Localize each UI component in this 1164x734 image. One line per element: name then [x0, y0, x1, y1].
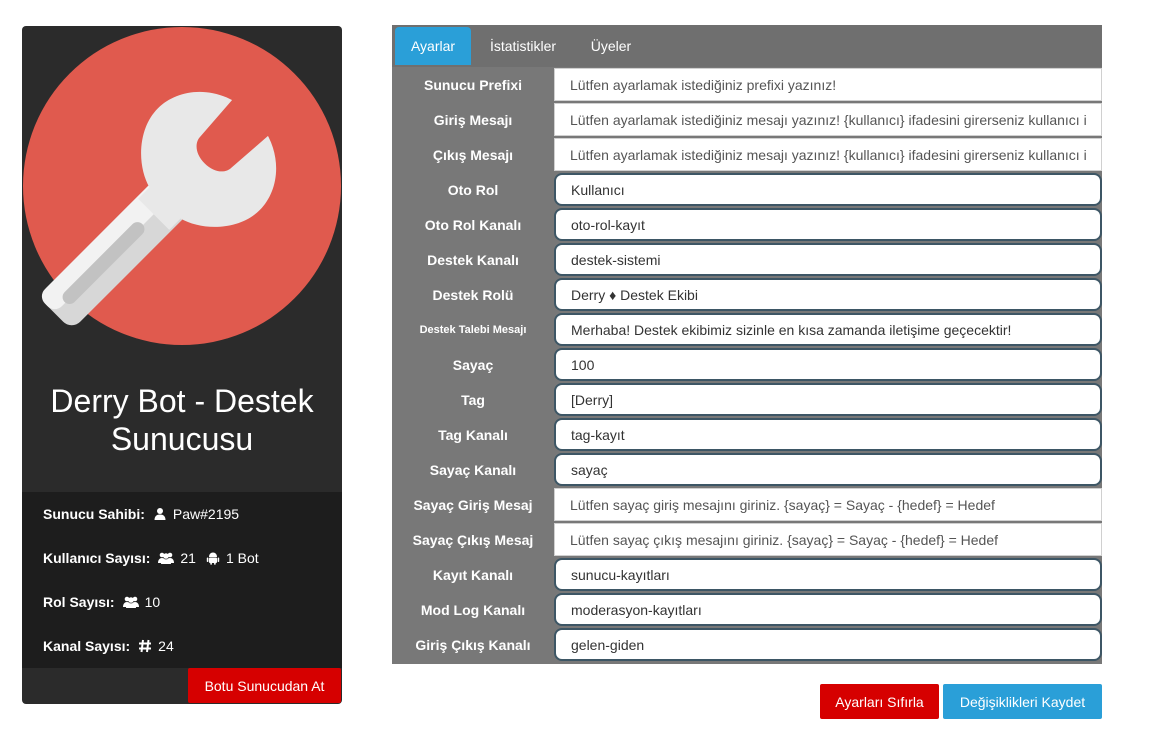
setting-label: Sayaç Çıkış Mesaj — [412, 531, 534, 548]
users-icon — [158, 552, 175, 564]
server-card: Derry Bot - Destek Sunucusu Sunucu Sahib… — [22, 26, 342, 704]
support-channel-input[interactable] — [554, 243, 1102, 276]
kick-bot-button[interactable]: Botu Sunucudan At — [188, 668, 341, 703]
user-icon — [154, 508, 166, 520]
setting-row: Mod Log Kanalı — [392, 592, 1102, 627]
setting-row: Sayaç — [392, 347, 1102, 382]
roles-value: 10 — [144, 594, 161, 610]
tab-members[interactable]: Üyeler — [578, 27, 644, 65]
setting-label: Sunucu Prefixi — [423, 76, 523, 93]
counter-channel-input[interactable] — [554, 453, 1102, 486]
dashboard-page: Derry Bot - Destek Sunucusu Sunucu Sahib… — [0, 0, 1164, 734]
setting-row: Sayaç Giriş Mesaj — [392, 487, 1102, 522]
setting-label: Sayaç Giriş Mesaj — [413, 496, 533, 513]
setting-row: Çıkış Mesajı — [392, 137, 1102, 172]
server-name: Derry Bot - Destek Sunucusu — [50, 383, 314, 457]
setting-row: Giriş Çıkış Kanalı — [392, 627, 1102, 662]
save-changes-button[interactable]: Değişiklikleri Kaydet — [943, 684, 1102, 719]
setting-label: Oto Rol Kanalı — [424, 216, 522, 233]
setting-label: Oto Rol — [447, 181, 499, 198]
counter-input[interactable] — [554, 348, 1102, 381]
setting-row: Sayaç Kanalı — [392, 452, 1102, 487]
setting-label: Kayıt Kanalı — [432, 566, 514, 583]
welcome-message-input[interactable] — [554, 103, 1102, 136]
roles-label: Rol Sayısı: — [43, 594, 115, 610]
counter-leave-message-input[interactable] — [554, 523, 1102, 556]
setting-label: Tag — [461, 391, 485, 408]
setting-row: Giriş Mesajı — [392, 102, 1102, 137]
hashtag-icon — [139, 639, 152, 653]
owner-row: Sunucu Sahibi: Paw#2195 — [43, 504, 249, 524]
setting-label: Giriş Çıkış Kanalı — [415, 636, 531, 653]
reset-settings-button[interactable]: Ayarları Sıfırla — [820, 684, 939, 719]
tab-bar: Ayarlar İstatistikler Üyeler — [392, 25, 1102, 67]
server-stats: Sunucu Sahibi: Paw#2195 Kullanıcı Sayısı… — [22, 492, 342, 668]
setting-row: Destek Kanalı — [392, 242, 1102, 277]
support-role-input[interactable] — [554, 278, 1102, 311]
auto-role-input[interactable] — [554, 173, 1102, 206]
setting-label: Çıkış Mesajı — [432, 146, 514, 163]
setting-row: Tag Kanalı — [392, 417, 1102, 452]
roles-row: Rol Sayısı: 10 — [43, 592, 170, 612]
setting-row: Oto Rol — [392, 172, 1102, 207]
setting-row: Sunucu Prefixi — [392, 67, 1102, 102]
owner-label: Sunucu Sahibi: — [43, 506, 145, 522]
setting-label: Destek Rolü — [432, 286, 514, 303]
setting-label: Destek Kanalı — [427, 251, 519, 268]
mod-log-channel-input[interactable] — [554, 593, 1102, 626]
channels-row: Kanal Sayısı: 24 — [43, 636, 184, 656]
setting-label: Giriş Mesajı — [433, 111, 513, 128]
auto-role-channel-input[interactable] — [554, 208, 1102, 241]
bots-value: 1 Bot — [225, 550, 259, 566]
setting-row: Destek Rolü — [392, 277, 1102, 312]
setting-label: Sayaç — [452, 356, 494, 373]
join-leave-channel-input[interactable] — [554, 628, 1102, 661]
wrench-icon — [23, 27, 341, 345]
setting-row: Oto Rol Kanalı — [392, 207, 1102, 242]
tab-settings[interactable]: Ayarlar — [395, 27, 471, 65]
log-channel-input[interactable] — [554, 558, 1102, 591]
channels-label: Kanal Sayısı: — [43, 638, 131, 654]
support-ticket-message-input[interactable] — [554, 313, 1102, 346]
users-value: 21 — [180, 550, 196, 566]
setting-row: Sayaç Çıkış Mesaj — [392, 522, 1102, 557]
owner-value: Paw#2195 — [172, 506, 240, 522]
setting-row: Destek Talebi Mesajı — [392, 312, 1102, 347]
setting-row: Kayıt Kanalı — [392, 557, 1102, 592]
android-icon — [206, 552, 220, 565]
settings-panel: Ayarlar İstatistikler Üyeler Sunucu Pref… — [392, 25, 1102, 664]
counter-join-message-input[interactable] — [554, 488, 1102, 521]
setting-label: Sayaç Kanalı — [429, 461, 517, 478]
setting-row: Tag — [392, 382, 1102, 417]
tab-statistics[interactable]: İstatistikler — [478, 27, 568, 65]
tag-input[interactable] — [554, 383, 1102, 416]
users-icon — [122, 596, 139, 608]
tag-channel-input[interactable] — [554, 418, 1102, 451]
leave-message-input[interactable] — [554, 138, 1102, 171]
setting-label: Mod Log Kanalı — [420, 601, 526, 618]
server-avatar — [22, 26, 342, 346]
prefix-input[interactable] — [554, 68, 1102, 101]
users-row: Kullanıcı Sayısı: 21 1 Bot — [43, 548, 269, 568]
users-label: Kullanıcı Sayısı: — [43, 550, 151, 566]
channels-value: 24 — [158, 638, 174, 654]
setting-label: Destek Talebi Mesajı — [419, 323, 527, 336]
setting-label: Tag Kanalı — [438, 426, 508, 443]
